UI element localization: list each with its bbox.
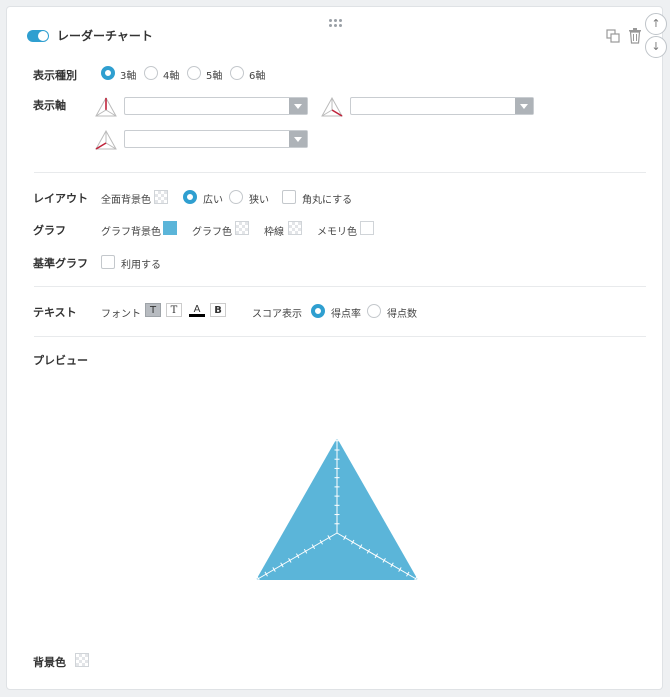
layout-label: レイアウト (33, 192, 88, 205)
score-display-label: スコア表示 (252, 309, 302, 320)
base-graph-checkbox[interactable] (101, 255, 115, 269)
axis-select-1[interactable] (124, 97, 308, 115)
graph-border-swatch[interactable] (288, 221, 302, 235)
axis-select-2[interactable] (350, 97, 534, 115)
font-bold-button[interactable]: B (210, 303, 226, 317)
font-label: フォント (101, 309, 141, 320)
axis-select-3[interactable] (124, 130, 308, 148)
graph-bg-color-swatch[interactable] (163, 221, 177, 235)
score-rate-label: 得点率 (331, 309, 361, 320)
radio-3-axis[interactable] (101, 66, 115, 80)
rounded-corner-checkbox[interactable] (282, 190, 296, 204)
radio-score-count[interactable] (367, 304, 381, 318)
divider (34, 172, 646, 173)
radio-5-axis[interactable] (187, 66, 201, 80)
axis-right-icon (321, 97, 343, 117)
option-6-axis-label: 6軸 (249, 71, 266, 82)
trash-icon[interactable] (628, 28, 642, 44)
graph-border-label: 枠線 (264, 227, 284, 238)
background-color-swatch[interactable] (75, 653, 89, 667)
option-4-axis-label: 4軸 (163, 71, 180, 82)
radar-chart-settings-card: レーダーチャート 表示種別 3軸 4軸 5軸 6軸 表示軸 レイアウト 全面背景… (6, 6, 663, 690)
graph-bg-label: グラフ背景色 (101, 227, 161, 238)
display-type-label: 表示種別 (33, 69, 77, 82)
option-5-axis-label: 5軸 (206, 71, 223, 82)
full-bg-label: 全面背景色 (101, 195, 151, 206)
font-style-button-1[interactable]: T (145, 303, 161, 317)
copy-icon[interactable] (606, 29, 620, 43)
wide-label: 広い (203, 195, 223, 206)
enable-toggle[interactable] (27, 30, 49, 42)
graph-label: グラフ (33, 224, 66, 237)
text-label: テキスト (33, 306, 77, 319)
divider (34, 336, 646, 337)
background-label: 背景色 (33, 656, 66, 669)
narrow-label: 狭い (249, 195, 269, 206)
scale-color-swatch[interactable] (360, 221, 374, 235)
rounded-corner-label: 角丸にする (302, 195, 353, 206)
font-color-button[interactable]: A (189, 303, 205, 317)
display-axis-label: 表示軸 (33, 99, 66, 112)
radio-score-rate[interactable] (311, 304, 325, 318)
base-graph-label: 基準グラフ (33, 257, 88, 270)
down-arrow-icon[interactable]: ↓ (645, 36, 667, 58)
graph-color-label: グラフ色 (192, 227, 232, 238)
chevron-down-icon (289, 98, 307, 114)
preview-label: プレビュー (33, 354, 88, 367)
graph-color-swatch[interactable] (235, 221, 249, 235)
radio-narrow[interactable] (229, 190, 243, 204)
radar-preview (255, 438, 419, 582)
base-graph-use-label: 利用する (121, 260, 161, 271)
radio-wide[interactable] (183, 190, 197, 204)
option-3-axis-label: 3軸 (120, 71, 137, 82)
chevron-down-icon (515, 98, 533, 114)
drag-handle-icon[interactable] (329, 19, 343, 29)
radio-4-axis[interactable] (144, 66, 158, 80)
scale-color-label: メモリ色 (317, 227, 357, 238)
score-count-label: 得点数 (387, 309, 417, 320)
radio-6-axis[interactable] (230, 66, 244, 80)
up-arrow-icon[interactable]: ↑ (645, 13, 667, 35)
divider (34, 286, 646, 287)
full-bg-color-swatch[interactable] (154, 190, 168, 204)
chevron-down-icon (289, 131, 307, 147)
axis-left-icon (95, 130, 117, 150)
axis-top-icon (95, 97, 117, 117)
font-style-button-2[interactable]: T (166, 303, 182, 317)
card-title: レーダーチャート (57, 29, 153, 43)
